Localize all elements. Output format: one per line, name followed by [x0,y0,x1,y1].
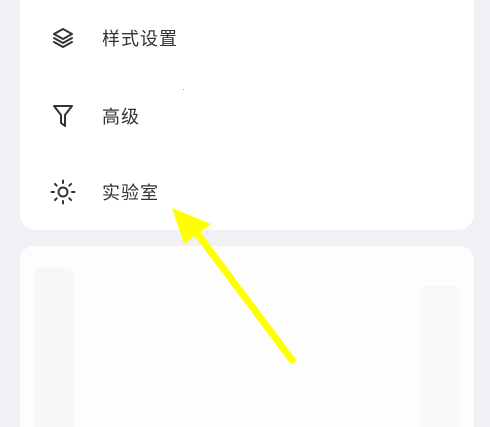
content-card [20,246,474,427]
blurred-content [34,268,74,427]
settings-menu-card: 样式设置 高级 实验室 [20,0,474,230]
menu-item-label: 实验室 [102,183,159,204]
menu-item-label: 样式设置 [102,29,178,50]
layers-icon [50,25,76,51]
settings-page: 样式设置 高级 实验室 [0,0,490,427]
filter-icon [50,103,76,129]
menu-item-advanced[interactable]: 高级 [20,86,474,146]
stray-dot [183,89,184,90]
menu-item-style-settings[interactable]: 样式设置 [20,8,474,68]
menu-item-lab[interactable]: 实验室 [20,162,474,222]
blurred-content [420,286,460,427]
sun-icon [50,179,76,205]
menu-item-label: 高级 [102,107,140,128]
